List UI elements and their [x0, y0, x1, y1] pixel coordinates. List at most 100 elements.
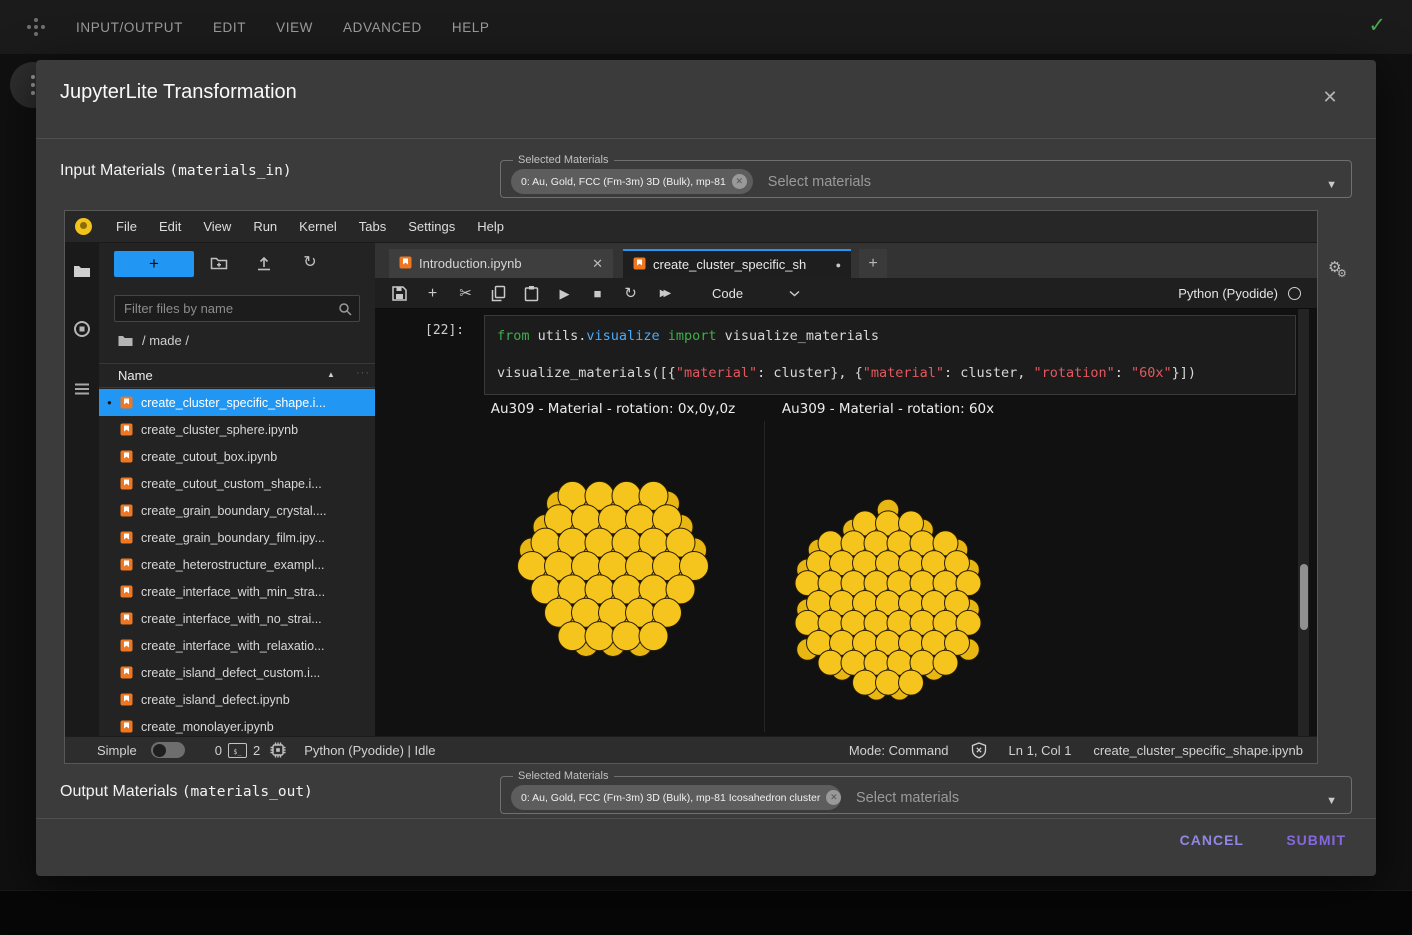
jupyter-menu-edit[interactable]: Edit [148, 219, 192, 234]
jupyter-menu-file[interactable]: File [105, 219, 148, 234]
paste-cells-icon[interactable] [523, 285, 540, 302]
file-name: create_interface_with_min_stra... [141, 585, 325, 599]
file-row[interactable]: ●create_grain_boundary_crystal.... [99, 497, 375, 524]
save-icon[interactable] [391, 285, 408, 302]
output-materials-select-row[interactable]: 0: Au, Gold, FCC (Fm-3m) 3D (Bulk), mp-8… [501, 782, 1351, 813]
file-name: create_grain_boundary_film.ipy... [141, 531, 325, 545]
notebook-file-icon [399, 256, 412, 272]
file-row[interactable]: ●create_cutout_box.ipynb [99, 443, 375, 470]
material-chip[interactable]: 0: Au, Gold, FCC (Fm-3m) 3D (Bulk), mp-8… [511, 169, 753, 194]
file-row[interactable]: ●create_interface_with_min_stra... [99, 578, 375, 605]
cell-type-select[interactable]: Code [712, 286, 743, 301]
filter-files-input[interactable] [115, 296, 359, 321]
running-kernels-icon[interactable] [73, 320, 91, 338]
scrollbar-track[interactable] [1298, 309, 1309, 736]
chevron-down-icon[interactable] [789, 284, 800, 302]
file-row[interactable]: ●create_monolayer.ipynb [99, 713, 375, 736]
app-logo-icon[interactable] [27, 18, 45, 36]
table-of-contents-icon[interactable] [73, 380, 91, 398]
topbar-menu-edit[interactable]: EDIT [213, 20, 246, 35]
tab-create-cluster-specific-shape[interactable]: create_cluster_specific_sh ● [623, 249, 851, 278]
notebook-main-area: Introduction.ipynb ✕ create_cluster_spec… [375, 243, 1317, 736]
scrollbar-thumb[interactable] [1300, 564, 1308, 630]
topbar-menu-advanced[interactable]: ADVANCED [343, 20, 422, 35]
new-launcher-button[interactable]: + [114, 251, 194, 277]
jupyter-menu-kernel[interactable]: Kernel [288, 219, 348, 234]
jupyter-menu-tabs[interactable]: Tabs [348, 219, 397, 234]
jupyter-menu-help[interactable]: Help [466, 219, 515, 234]
file-row[interactable]: ●create_heterostructure_exampl... [99, 551, 375, 578]
cell-execution-prompt: [22]: [425, 323, 464, 338]
new-tab-button[interactable]: + [859, 249, 887, 278]
new-folder-icon[interactable] [210, 254, 228, 272]
output-materials-label: Output Materials (materials_out) [60, 783, 313, 801]
chip-remove-icon[interactable]: ✕ [732, 174, 747, 189]
jupyter-menubar: FileEditViewRunKernelTabsSettingsHelp [65, 211, 1317, 243]
topbar-menu-help[interactable]: HELP [452, 20, 490, 35]
file-row[interactable]: ●create_cutout_custom_shape.i... [99, 470, 375, 497]
selected-materials-legend: Selected Materials [513, 770, 614, 782]
file-row[interactable]: ●create_island_defect.ipynb [99, 686, 375, 713]
close-icon[interactable]: ✕ [1319, 86, 1341, 108]
kernel-chip-icon[interactable] [270, 742, 286, 758]
submit-button[interactable]: SUBMIT [1286, 832, 1346, 848]
file-name: create_heterostructure_exampl... [141, 558, 324, 572]
jupyter-menu-view[interactable]: View [192, 219, 242, 234]
cut-cells-icon[interactable]: ✂ [457, 285, 474, 302]
cluster-figure-rotation-0 [484, 421, 742, 732]
refresh-icon[interactable]: ↻ [301, 254, 319, 272]
unsaved-dot-icon: ● [836, 260, 841, 270]
page: INPUT/OUTPUTEDITVIEWADVANCEDHELP ✓ Jupyt… [0, 0, 1412, 935]
footer-divider [36, 818, 1376, 819]
upload-icon[interactable] [255, 254, 273, 272]
close-tab-icon[interactable]: ✕ [592, 256, 603, 272]
notebook-file-icon [120, 666, 133, 679]
restart-kernel-icon[interactable]: ↻ [622, 285, 639, 302]
select-materials-placeholder: Select materials [768, 174, 871, 190]
material-chip[interactable]: 0: Au, Gold, FCC (Fm-3m) 3D (Bulk), mp-8… [511, 785, 841, 810]
file-row[interactable]: ●create_cluster_sphere.ipynb [99, 416, 375, 443]
jupyterlite-frame: FileEditViewRunKernelTabsSettingsHelp + [64, 210, 1318, 764]
kernel-indicator[interactable]: Python (Pyodide) [1178, 286, 1301, 301]
run-cell-icon[interactable]: ▶ [556, 285, 573, 302]
file-row[interactable]: ●create_cluster_specific_shape.i... [99, 389, 375, 416]
file-row[interactable]: ●create_interface_with_no_strai... [99, 605, 375, 632]
search-icon [338, 302, 352, 316]
cancel-button[interactable]: CANCEL [1180, 832, 1244, 848]
insert-cell-icon[interactable]: + [424, 285, 441, 302]
notebook-file-icon [120, 531, 133, 544]
filter-files-box [114, 295, 360, 322]
chevron-down-icon[interactable]: ▼ [1326, 795, 1337, 807]
terminal-icon[interactable]: $_ [228, 743, 247, 758]
chip-remove-icon[interactable]: ✕ [826, 790, 841, 805]
copy-cells-icon[interactable] [490, 285, 507, 302]
file-browser-icon[interactable] [73, 262, 91, 280]
kernel-status-text[interactable]: Python (Pyodide) | Idle [304, 743, 435, 758]
code-cell-editor[interactable]: from utils.visualize import visualize_ma… [484, 315, 1296, 395]
file-list-header[interactable]: Name ▲ ··· [99, 363, 375, 388]
notebook-file-icon [120, 396, 133, 409]
interrupt-kernel-icon[interactable]: ■ [589, 285, 606, 302]
chevron-down-icon[interactable]: ▼ [1326, 179, 1337, 191]
select-materials-placeholder: Select materials [856, 790, 959, 806]
backdrop-bottom-band [0, 890, 1412, 935]
figure-divider [764, 421, 765, 732]
editor-mode[interactable]: Mode: Command [849, 743, 949, 758]
notebook-file-icon [120, 504, 133, 517]
restart-run-all-icon[interactable]: ▶▶ [655, 285, 672, 302]
tab-bar: Introduction.ipynb ✕ create_cluster_spec… [375, 243, 1317, 278]
cursor-position[interactable]: Ln 1, Col 1 [1009, 743, 1072, 758]
topbar-menu-view[interactable]: VIEW [276, 20, 313, 35]
file-row[interactable]: ●create_interface_with_relaxatio... [99, 632, 375, 659]
statusbar-filename: create_cluster_specific_shape.ipynb [1093, 743, 1303, 758]
simple-mode-toggle[interactable] [151, 742, 185, 758]
input-materials-select-row[interactable]: 0: Au, Gold, FCC (Fm-3m) 3D (Bulk), mp-8… [501, 166, 1351, 197]
jupyter-menu-settings[interactable]: Settings [397, 219, 466, 234]
topbar-menu-input-output[interactable]: INPUT/OUTPUT [76, 20, 183, 35]
jupyter-menu-run[interactable]: Run [242, 219, 288, 234]
file-row[interactable]: ●create_island_defect_custom.i... [99, 659, 375, 686]
breadcrumb[interactable]: / made / [118, 333, 189, 348]
file-row[interactable]: ●create_grain_boundary_film.ipy... [99, 524, 375, 551]
settings-gears-icon[interactable]: ⚙⚙ [1328, 258, 1358, 288]
tab-introduction[interactable]: Introduction.ipynb ✕ [389, 249, 613, 278]
